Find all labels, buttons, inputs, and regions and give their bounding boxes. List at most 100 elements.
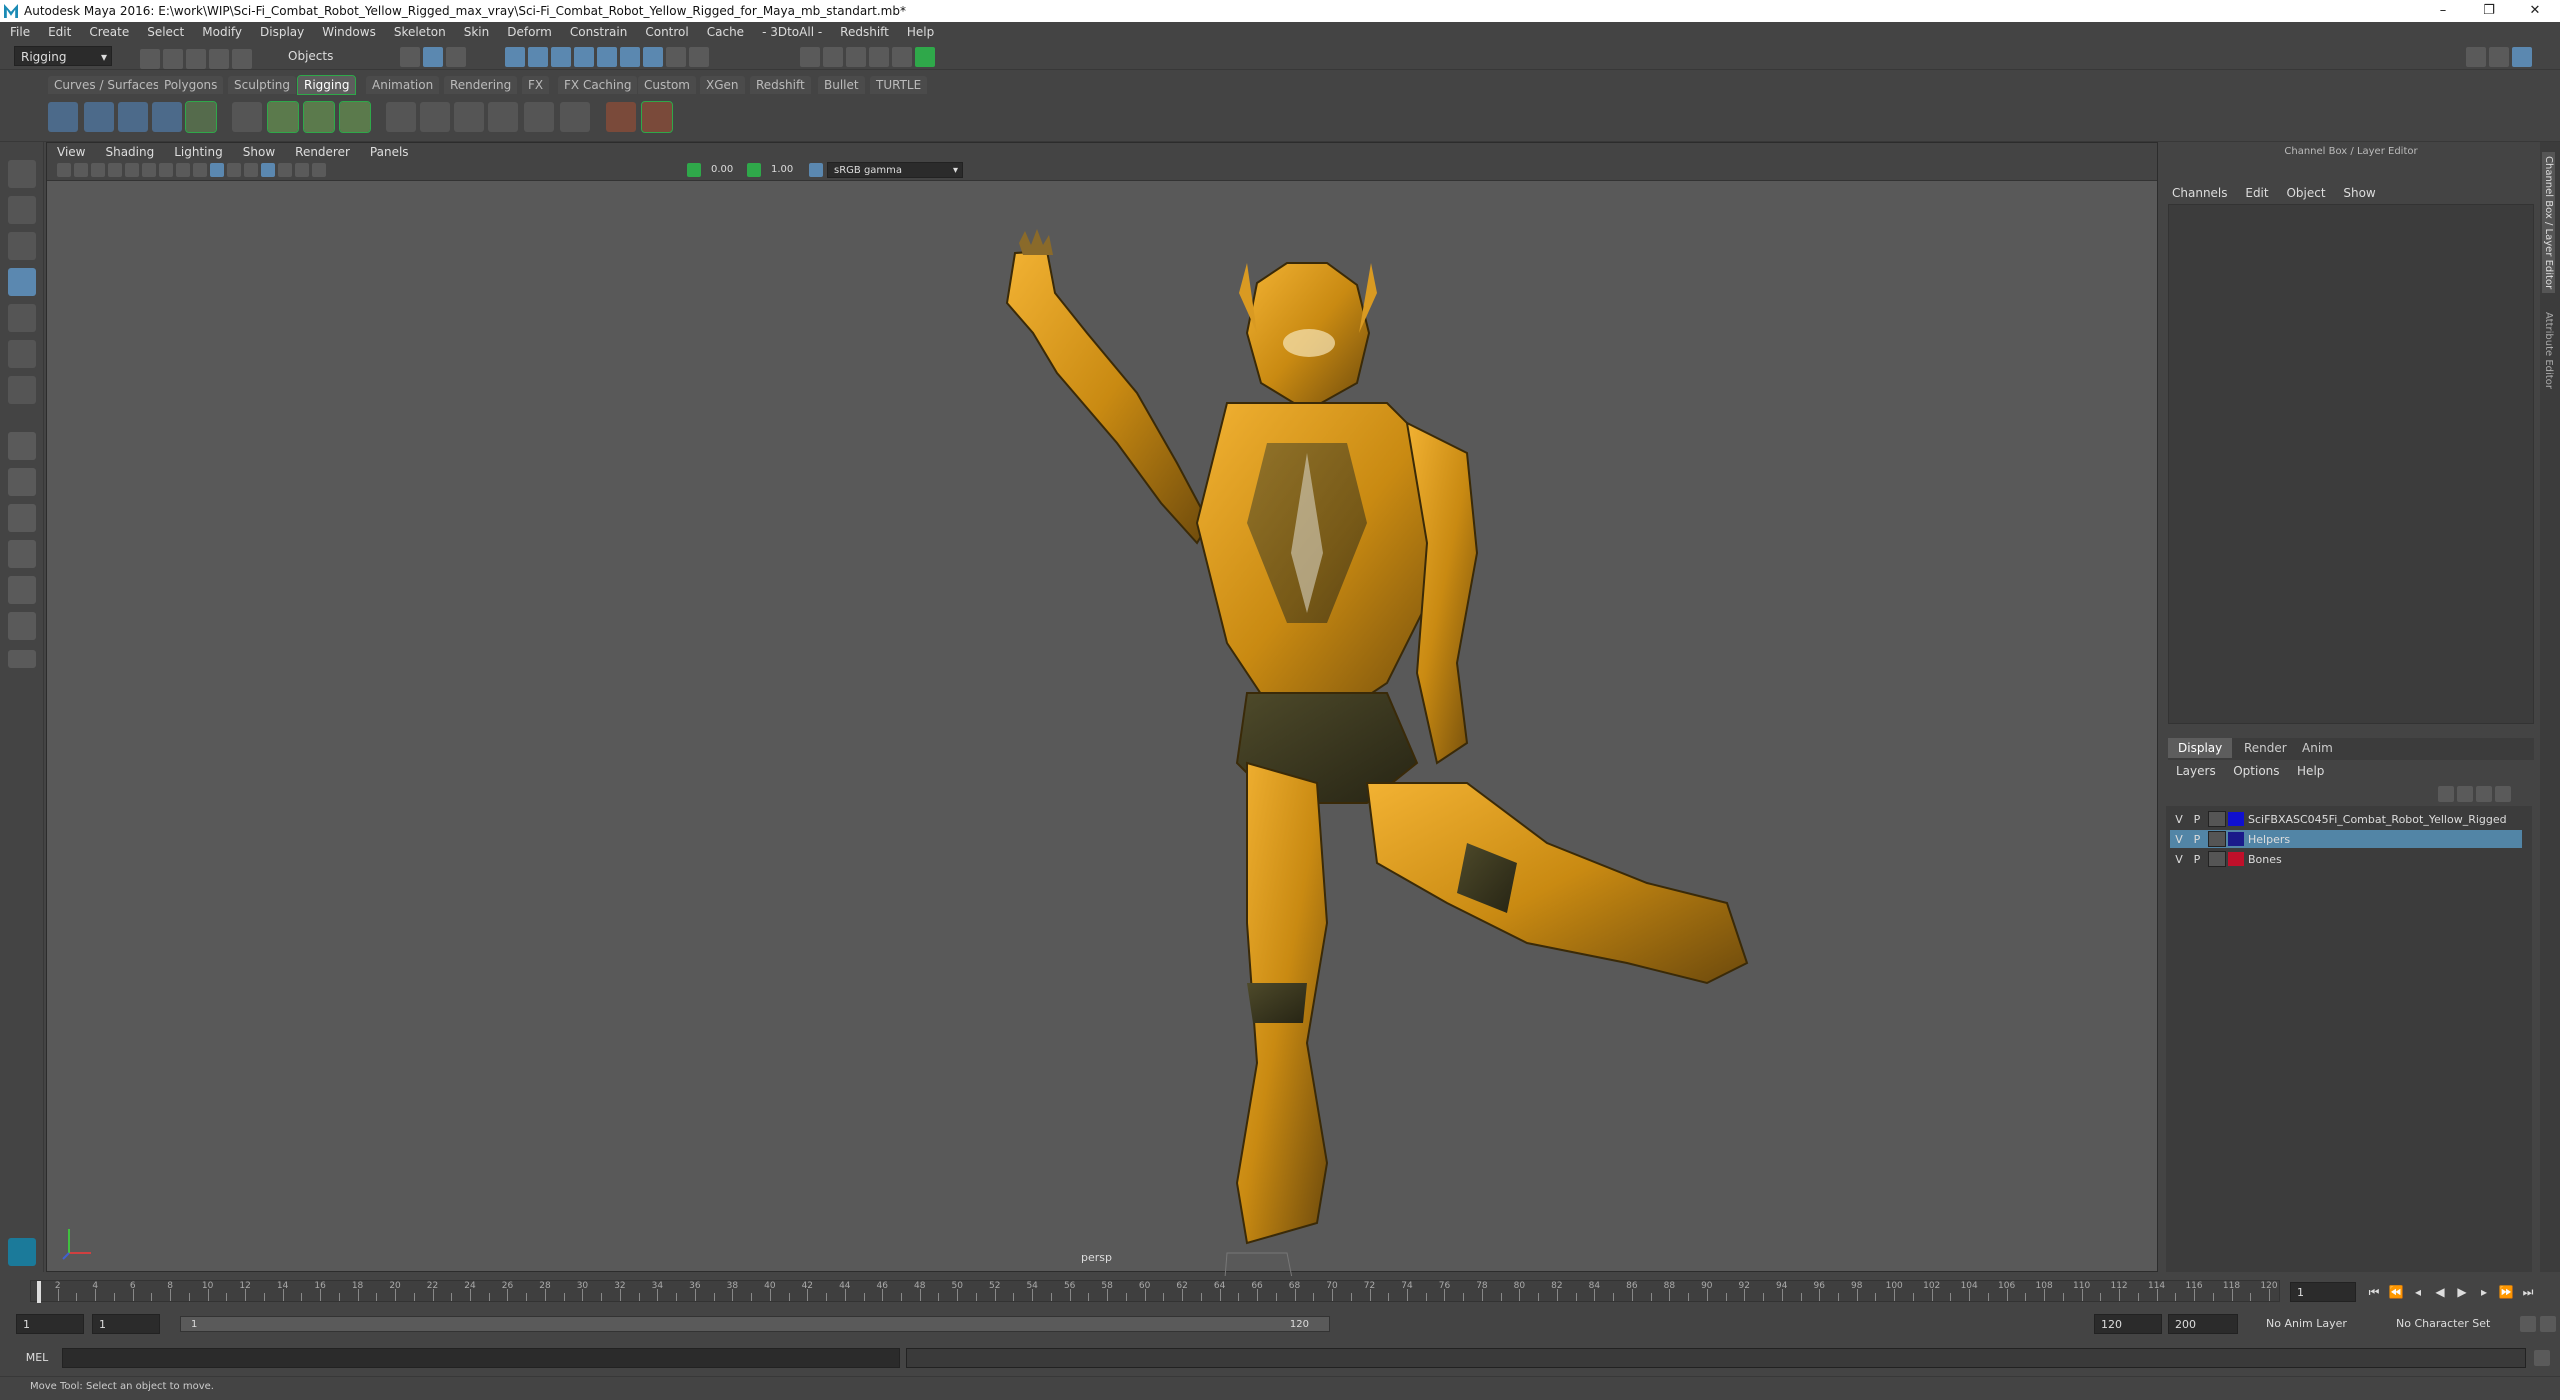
mask-dynamics-icon[interactable] xyxy=(620,47,640,67)
shelf-tab-fx-caching[interactable]: FX Caching xyxy=(558,76,638,94)
shelf-tab-polygons[interactable]: Polygons xyxy=(158,76,224,94)
menu-create[interactable]: Create xyxy=(79,25,137,39)
channel-list-area[interactable] xyxy=(2168,204,2534,724)
render-settings-icon[interactable] xyxy=(846,47,866,67)
mask-surfaces-icon[interactable] xyxy=(574,47,594,67)
time-ruler[interactable]: 1246810121416182022242628303234363840424… xyxy=(30,1280,2280,1303)
render-frame-icon[interactable] xyxy=(800,47,820,67)
menu-skeleton[interactable]: Skeleton xyxy=(384,25,454,39)
gate-mask-icon[interactable] xyxy=(176,163,190,177)
aim-constraint-icon[interactable] xyxy=(560,102,590,132)
control-curve-icon[interactable] xyxy=(641,101,673,133)
single-perspective-layout-icon[interactable] xyxy=(8,432,36,460)
start-time-field[interactable]: 1 xyxy=(16,1314,84,1334)
go-to-end-icon[interactable]: ⏭ xyxy=(2520,1284,2536,1300)
new-layer-from-selected-icon[interactable] xyxy=(2495,786,2511,802)
menuset-dropdown[interactable]: Rigging ▾ xyxy=(14,46,112,66)
end-time-field[interactable]: 200 xyxy=(2168,1314,2238,1334)
viewport-menu-view[interactable]: View xyxy=(47,145,95,159)
character-set-dropdown[interactable]: No Character Set xyxy=(2390,1314,2514,1334)
bind-skin-icon[interactable] xyxy=(232,102,262,132)
layer-playback-toggle[interactable]: P xyxy=(2188,853,2206,866)
menu-display[interactable]: Display xyxy=(250,25,312,39)
new-empty-layer-icon[interactable] xyxy=(2476,786,2492,802)
side-tab-channel-box[interactable]: Channel Box / Layer Editor xyxy=(2542,152,2555,294)
toggle-attribute-editor-icon[interactable] xyxy=(2489,47,2509,67)
image-plane-icon[interactable] xyxy=(108,163,122,177)
shelf-tab-custom[interactable]: Custom xyxy=(638,76,696,94)
minimize-button[interactable]: – xyxy=(2420,0,2466,22)
layer-color-swatch[interactable] xyxy=(2228,832,2244,846)
exposure-field[interactable]: 0.00 xyxy=(705,162,739,178)
viewport-menu-show[interactable]: Show xyxy=(233,145,285,159)
locator-icon[interactable] xyxy=(606,102,636,132)
play-forward-icon[interactable]: ▶ xyxy=(2454,1284,2470,1300)
command-input[interactable] xyxy=(62,1348,900,1368)
menu-windows[interactable]: Windows xyxy=(312,25,384,39)
lights-icon[interactable] xyxy=(244,163,258,177)
layer-visibility-toggle[interactable]: V xyxy=(2170,853,2188,866)
menu-deform[interactable]: Deform xyxy=(497,25,560,39)
anim-layer-dropdown[interactable]: No Anim Layer xyxy=(2260,1314,2370,1334)
mask-rendering-icon[interactable] xyxy=(643,47,663,67)
layer-playback-toggle[interactable]: P xyxy=(2188,813,2206,826)
play-backward-icon[interactable]: ◀ xyxy=(2432,1284,2448,1300)
viewport-menu-renderer[interactable]: Renderer xyxy=(285,145,360,159)
gamma-field[interactable]: 1.00 xyxy=(765,162,799,178)
undo-icon[interactable] xyxy=(209,49,229,69)
step-forward-frame-icon[interactable]: ▸ xyxy=(2476,1284,2492,1300)
layer-row-selected[interactable]: V P Helpers xyxy=(2170,830,2522,848)
new-scene-icon[interactable] xyxy=(140,49,160,69)
move-layer-up-icon[interactable] xyxy=(2438,786,2454,802)
edit-menu[interactable]: Edit xyxy=(2245,186,2268,200)
auto-key-icon[interactable] xyxy=(2520,1316,2536,1332)
layer-row[interactable]: V P Bones xyxy=(2170,850,2522,868)
shelf-tab-fx[interactable]: FX xyxy=(522,76,550,94)
layer-row[interactable]: V P SciFBXASC045Fi_Combat_Robot_Yellow_R… xyxy=(2170,810,2522,828)
textured-icon[interactable] xyxy=(227,163,241,177)
channels-menu[interactable]: Channels xyxy=(2172,186,2228,200)
restore-button[interactable]: ❐ xyxy=(2466,0,2512,22)
color-space-dropdown[interactable]: sRGB gamma ▾ xyxy=(827,162,963,178)
smooth-shade-icon[interactable] xyxy=(210,163,224,177)
layer-color-swatch[interactable] xyxy=(2228,812,2244,826)
shelf-tab-rigging[interactable]: Rigging xyxy=(296,75,357,95)
lasso-tool-icon[interactable] xyxy=(8,196,36,224)
persp-graph-layout-icon[interactable] xyxy=(8,540,36,568)
film-gate-icon[interactable] xyxy=(142,163,156,177)
move-tool-icon[interactable] xyxy=(8,268,36,296)
playback-start-field[interactable]: 1 xyxy=(92,1314,160,1334)
side-tab-attribute-editor[interactable]: Attribute Editor xyxy=(2542,308,2555,393)
scale-tool-icon[interactable] xyxy=(8,340,36,368)
menu-cache[interactable]: Cache xyxy=(697,25,752,39)
gamma-icon[interactable] xyxy=(747,163,761,177)
paint-select-tool-icon[interactable] xyxy=(8,232,36,260)
shelf-tab-turtle[interactable]: TURTLE xyxy=(870,76,928,94)
four-view-layout-icon[interactable] xyxy=(8,468,36,496)
redshift-render-icon[interactable] xyxy=(915,47,935,67)
mask-curves-icon[interactable] xyxy=(551,47,571,67)
selection-mode-dropdown[interactable]: Objects xyxy=(282,46,378,66)
select-tool-icon[interactable] xyxy=(8,160,36,188)
paint-weights-icon[interactable] xyxy=(267,101,299,133)
menu-control[interactable]: Control xyxy=(635,25,696,39)
ambient-occlusion-icon[interactable] xyxy=(278,163,292,177)
layer-tab-anim[interactable]: Anim xyxy=(2292,738,2343,758)
hypershade-icon[interactable] xyxy=(869,47,889,67)
open-scene-icon[interactable] xyxy=(163,49,183,69)
show-menu[interactable]: Show xyxy=(2343,186,2375,200)
menu-select[interactable]: Select xyxy=(137,25,192,39)
layer-tab-render[interactable]: Render xyxy=(2234,738,2297,758)
mask-deformations-icon[interactable] xyxy=(597,47,617,67)
ik-spline-icon[interactable] xyxy=(118,102,148,132)
layer-visibility-toggle[interactable]: V xyxy=(2170,833,2188,846)
current-time-indicator[interactable] xyxy=(37,1281,41,1303)
viewport-menu-panels[interactable]: Panels xyxy=(360,145,419,159)
shelf-tab-xgen[interactable]: XGen xyxy=(700,76,745,94)
shelf-tab-bullet[interactable]: Bullet xyxy=(818,76,865,94)
viewport-menu-lighting[interactable]: Lighting xyxy=(164,145,233,159)
go-to-start-icon[interactable]: ⏮ xyxy=(2366,1284,2382,1300)
scale-constraint-icon[interactable] xyxy=(524,102,554,132)
quick-rig-icon[interactable] xyxy=(185,101,217,133)
select-hierarchy-icon[interactable] xyxy=(400,47,420,67)
